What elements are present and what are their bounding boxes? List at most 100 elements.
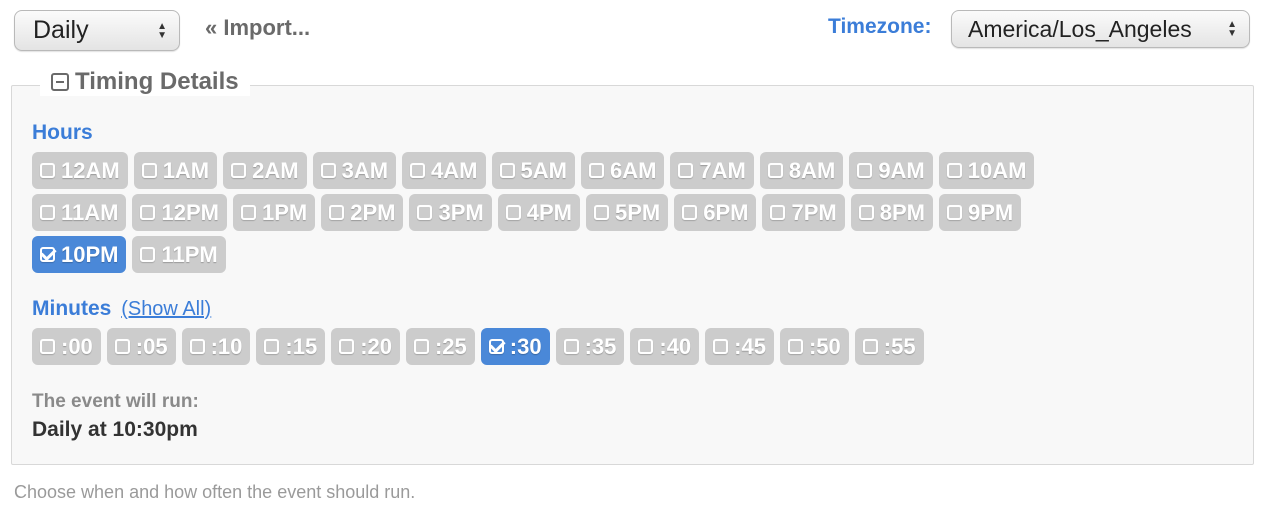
hours-label: Hours xyxy=(32,121,93,144)
hour-toggle[interactable]: 1AM xyxy=(133,152,218,189)
hour-toggle-label: 8PM xyxy=(879,199,925,225)
hour-toggle[interactable]: 11AM xyxy=(32,194,127,231)
checkbox-icon xyxy=(114,339,130,354)
hour-toggle-label: 2PM xyxy=(350,199,396,225)
timing-details-title: Timing Details xyxy=(75,68,239,95)
checkbox-icon xyxy=(682,205,698,220)
checkbox-icon xyxy=(862,339,878,354)
hour-toggle[interactable]: 4AM xyxy=(402,152,486,189)
hour-toggle-label: 10PM xyxy=(61,241,119,267)
hour-toggle[interactable]: 3AM xyxy=(312,152,397,189)
hour-toggle[interactable]: 9AM xyxy=(849,152,933,189)
hour-toggle-label: 7AM xyxy=(699,157,746,183)
minute-toggle-label: :45 xyxy=(734,333,766,359)
minute-toggle-label: :25 xyxy=(434,333,467,359)
timezone-select[interactable]: America/Los_Angeles ▲ ▼ xyxy=(951,10,1250,48)
hour-toggle[interactable]: 5AM xyxy=(491,152,575,189)
timezone-value: America/Los_Angeles xyxy=(968,15,1192,42)
minute-toggle[interactable]: :05 xyxy=(106,328,176,365)
hour-toggle[interactable]: 1PM xyxy=(232,194,316,231)
checkbox-icon xyxy=(767,163,783,178)
minutes-label-group: Minutes (Show All) xyxy=(32,297,211,321)
checkbox-icon xyxy=(563,339,579,354)
minute-toggle[interactable]: :20 xyxy=(331,328,400,365)
timing-details-legend: Timing Details xyxy=(40,68,250,96)
hour-toggle[interactable]: 11PM xyxy=(132,236,226,273)
timezone-label: Timezone: xyxy=(828,15,932,38)
checkbox-icon xyxy=(329,205,345,220)
hour-toggle[interactable]: 7AM xyxy=(670,152,754,189)
minute-toggle[interactable]: :00 xyxy=(32,328,101,365)
checkbox-icon xyxy=(40,163,55,178)
show-all-link[interactable]: (Show All) xyxy=(121,298,211,320)
minute-toggle-label: :35 xyxy=(584,333,617,359)
checkbox-icon xyxy=(339,339,355,354)
checkbox-icon xyxy=(638,339,654,354)
minute-toggle[interactable]: :40 xyxy=(630,328,700,365)
minute-toggle[interactable]: :45 xyxy=(705,328,774,365)
hour-toggle[interactable]: 4PM xyxy=(497,194,580,231)
minutes-label: Minutes xyxy=(32,297,112,320)
checkbox-icon xyxy=(140,205,156,220)
minute-toggle-label: :00 xyxy=(61,333,93,359)
minute-toggle[interactable]: :15 xyxy=(256,328,326,365)
checkbox-icon xyxy=(499,163,515,178)
hour-toggle[interactable]: 12PM xyxy=(132,194,227,231)
hour-toggle[interactable]: 9PM xyxy=(938,194,1022,231)
checkbox-icon xyxy=(417,205,433,220)
minute-toggle-label: :55 xyxy=(883,333,916,359)
hour-toggle-label: 11PM xyxy=(161,241,218,267)
checkbox-checked-icon xyxy=(488,339,504,354)
checkbox-icon xyxy=(858,205,874,220)
summary-value: Daily at 10:30pm xyxy=(32,418,198,441)
hours-row: 12AM 1AM 2AM 3AM 4AM 5AM 6AM 7AM 8AM 9AM 10AM xyxy=(32,152,1035,189)
hour-toggle[interactable]: 8PM xyxy=(850,194,933,231)
minute-toggle-label: :30 xyxy=(509,333,542,359)
hour-toggle[interactable]: 5PM xyxy=(585,194,669,231)
checkbox-icon xyxy=(410,163,426,178)
checkbox-icon xyxy=(770,205,786,220)
minute-toggle[interactable]: :55 xyxy=(854,328,924,365)
hour-toggle-label: 4PM xyxy=(526,199,572,225)
select-arrows-icon: ▲ ▼ xyxy=(1227,19,1237,39)
hour-toggle[interactable]: 7PM xyxy=(762,194,845,231)
minute-toggle-label: :05 xyxy=(135,333,168,359)
checkbox-icon xyxy=(231,163,247,178)
hour-toggle[interactable]: 6PM xyxy=(674,194,757,231)
hour-toggle[interactable]: 10PM xyxy=(32,236,127,273)
minute-toggle[interactable]: :50 xyxy=(779,328,849,365)
collapse-icon[interactable] xyxy=(51,73,69,91)
hour-toggle-label: 4AM xyxy=(431,157,478,183)
hour-toggle-label: 9PM xyxy=(967,199,1014,225)
hour-toggle[interactable]: 12AM xyxy=(32,152,128,189)
minutes-row: :00 :05 :10 :15 :20 :25 :30 :35 :40 :45 :50 :55 xyxy=(32,328,924,365)
summary-label: The event will run: xyxy=(32,391,199,412)
hour-toggle-label: 1PM xyxy=(261,199,308,225)
hour-toggle[interactable]: 10AM xyxy=(938,152,1035,189)
hour-toggle[interactable]: 2PM xyxy=(321,194,404,231)
minute-toggle-label: :40 xyxy=(659,333,692,359)
minute-toggle[interactable]: :10 xyxy=(181,328,251,365)
checkbox-icon xyxy=(588,163,604,178)
checkbox-icon xyxy=(413,339,429,354)
minute-toggle-label: :20 xyxy=(360,333,392,359)
minute-toggle[interactable]: :35 xyxy=(555,328,625,365)
import-link[interactable]: « Import... xyxy=(205,15,310,41)
checkbox-icon xyxy=(678,163,694,178)
checkbox-icon xyxy=(240,205,256,220)
hour-toggle-label: 10AM xyxy=(967,157,1027,183)
minute-toggle-label: :15 xyxy=(285,333,318,359)
hour-toggle[interactable]: 2AM xyxy=(223,152,307,189)
frequency-select[interactable]: Daily ▲ ▼ xyxy=(14,10,180,51)
hour-toggle[interactable]: 8AM xyxy=(759,152,844,189)
checkbox-icon xyxy=(141,163,157,178)
hour-toggle[interactable]: 3PM xyxy=(409,194,492,231)
hour-toggle-label: 12AM xyxy=(61,157,120,183)
minute-toggle[interactable]: :30 xyxy=(480,328,550,365)
minute-toggle[interactable]: :25 xyxy=(405,328,475,365)
checkbox-icon xyxy=(40,205,55,220)
hours-row: 10PM 11PM xyxy=(32,236,226,273)
checkbox-icon xyxy=(140,247,156,262)
hour-toggle[interactable]: 6AM xyxy=(580,152,665,189)
select-arrows-icon: ▲ ▼ xyxy=(157,20,167,41)
